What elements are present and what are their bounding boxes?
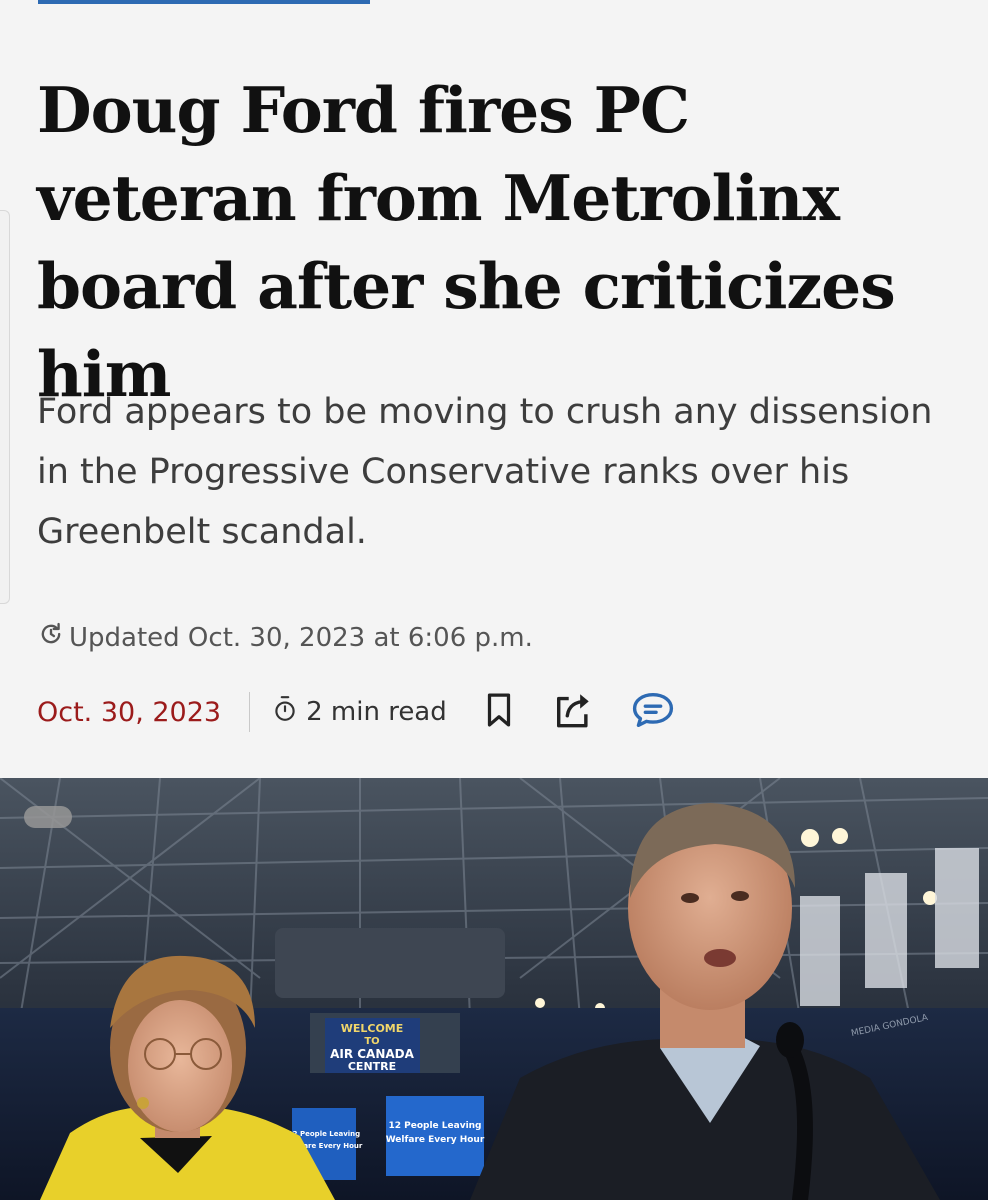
sign-line-2: TO bbox=[364, 1036, 379, 1047]
comment-icon bbox=[630, 690, 676, 734]
publish-date: Oct. 30, 2023 bbox=[37, 696, 222, 728]
article-meta-row: Oct. 30, 2023 2 min read bbox=[37, 684, 737, 740]
refresh-clock-icon bbox=[37, 620, 65, 655]
sign-line-4: CENTRE bbox=[348, 1060, 396, 1073]
read-time-text: 2 min read bbox=[306, 697, 447, 727]
share-icon bbox=[553, 690, 593, 734]
meta-divider bbox=[249, 692, 251, 732]
updated-text: Updated Oct. 30, 2023 at 6:06 p.m. bbox=[69, 622, 533, 653]
image-menu-pill[interactable] bbox=[24, 806, 72, 828]
article-photo[interactable]: WELCOME TO AIR CANADA CENTRE 12 People L… bbox=[0, 778, 988, 1200]
comment-button[interactable] bbox=[631, 690, 675, 734]
screen-right-line-1: 12 People Leaving bbox=[388, 1121, 481, 1131]
screen-right-line-2: Welfare Every Hour bbox=[386, 1135, 485, 1145]
stopwatch-icon bbox=[272, 695, 298, 730]
bookmark-button[interactable] bbox=[477, 690, 521, 734]
article-headline: Doug Ford fires PC veteran from Metrolin… bbox=[37, 73, 896, 411]
sign-line-1: WELCOME bbox=[341, 1022, 404, 1035]
side-scroll-handle[interactable] bbox=[0, 210, 10, 604]
share-button[interactable] bbox=[551, 690, 595, 734]
bookmark-icon bbox=[482, 691, 516, 733]
section-accent-bar bbox=[38, 0, 370, 4]
article-dek: Ford appears to be moving to crush any d… bbox=[37, 392, 933, 552]
sign-line-3: AIR CANADA bbox=[330, 1047, 415, 1061]
updated-timestamp: Updated Oct. 30, 2023 at 6:06 p.m. bbox=[37, 620, 533, 655]
read-time: 2 min read bbox=[272, 695, 447, 730]
